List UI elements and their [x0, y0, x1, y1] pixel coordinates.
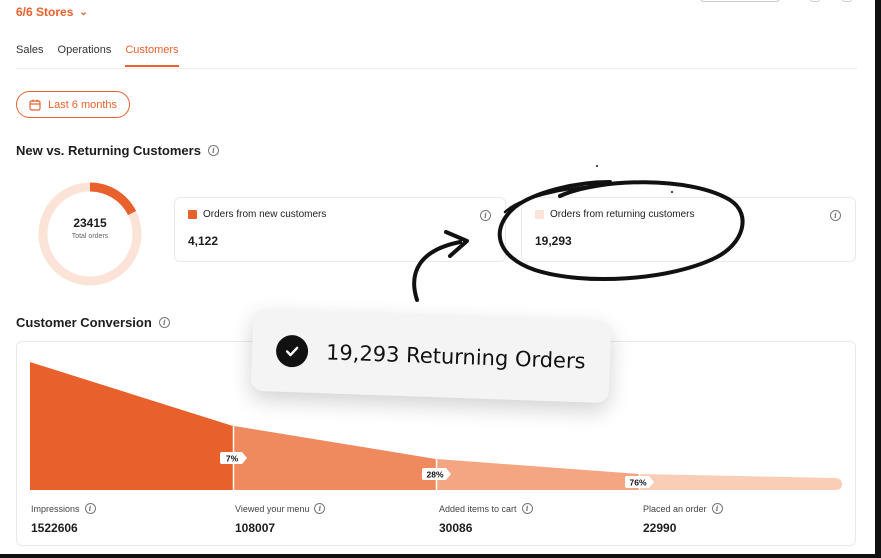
stage-value: 108007 [235, 521, 276, 535]
new-customers-label: Orders from new customers [203, 209, 327, 220]
customer-conversion-title: Customer Conversion i [16, 315, 170, 330]
info-icon[interactable]: i [84, 503, 96, 514]
date-range-label: Last 6 months [47, 98, 118, 111]
stage-label: Added items to cart [439, 503, 517, 514]
callout-text: 19,293 Returning Orders [325, 340, 586, 374]
info-icon[interactable]: i [830, 210, 841, 221]
rate-label-1: 7% [226, 454, 239, 464]
rate-badge-3: 76% [625, 476, 654, 488]
funnel-segment-cart [437, 459, 639, 490]
rate-badge-2: 28% [422, 468, 451, 480]
stage-value: 22990 [643, 521, 677, 535]
funnel-segment-impressions [30, 362, 233, 490]
info-icon[interactable]: i [207, 145, 219, 156]
new-customers-value: 4,122 [188, 234, 219, 248]
section-title-text: New vs. Returning Customers [16, 143, 201, 158]
rate-label-3: 76% [629, 478, 646, 488]
header-icon-button-2[interactable] [842, 0, 852, 2]
date-range-button[interactable]: Last 6 months [16, 91, 130, 118]
checkmark-icon [275, 334, 309, 368]
returning-customers-label: Orders from returning customers [550, 209, 695, 220]
stage-viewed-menu: Viewed your menu i 108007 [235, 503, 326, 535]
header-search-pill[interactable] [700, 0, 780, 2]
section-title-text: Customer Conversion [16, 315, 152, 330]
stores-label: 6/6 Stores [16, 5, 74, 19]
info-icon[interactable]: i [158, 317, 170, 328]
info-icon[interactable]: i [711, 503, 723, 514]
stage-value: 30086 [439, 521, 473, 535]
stage-placed-order: Placed an order i 22990 [643, 503, 723, 535]
header-icon-button[interactable] [810, 0, 820, 2]
stage-value: 1522606 [31, 521, 78, 535]
info-icon[interactable]: i [314, 503, 326, 514]
returning-customers-value: 19,293 [535, 234, 572, 248]
info-icon[interactable]: i [521, 503, 533, 514]
funnel-segment-order [640, 474, 842, 490]
tab-customers[interactable]: Customers [125, 44, 179, 67]
calendar-icon [29, 99, 41, 111]
stage-label: Viewed your menu [235, 503, 310, 514]
frame-edge-right [875, 0, 881, 558]
returning-legend-swatch [535, 210, 544, 219]
tab-bar: Sales Operations Customers [16, 44, 179, 67]
stage-impressions: Impressions i 1522606 [31, 503, 96, 535]
tabs-divider [16, 68, 857, 69]
funnel-segment-viewed [234, 426, 436, 490]
new-legend-swatch [188, 210, 197, 219]
rate-label-2: 28% [426, 470, 443, 480]
donut-total-value: 23415 [73, 216, 107, 230]
new-vs-returning-title: New vs. Returning Customers i [16, 143, 219, 158]
stage-label: Impressions [31, 503, 80, 514]
stores-dropdown[interactable]: 6/6 Stores ⌄ [16, 5, 88, 19]
new-customers-card: Orders from new customers 4,122 i [174, 197, 506, 262]
returning-orders-callout: 19,293 Returning Orders [250, 308, 612, 404]
donut-total-label: Total orders [71, 233, 109, 240]
stage-label: Placed an order [643, 503, 707, 514]
donut-center: 23415 Total orders [36, 216, 144, 240]
returning-customers-card: Orders from returning customers 19,293 i [521, 197, 856, 262]
info-icon[interactable]: i [480, 210, 491, 221]
stage-added-to-cart: Added items to cart i 30086 [439, 503, 533, 535]
rate-badge-1: 7% [220, 452, 247, 464]
tab-operations[interactable]: Operations [58, 44, 112, 67]
chevron-down-icon: ⌄ [79, 6, 88, 18]
frame-edge-bottom [0, 554, 881, 558]
tab-sales[interactable]: Sales [16, 44, 44, 67]
